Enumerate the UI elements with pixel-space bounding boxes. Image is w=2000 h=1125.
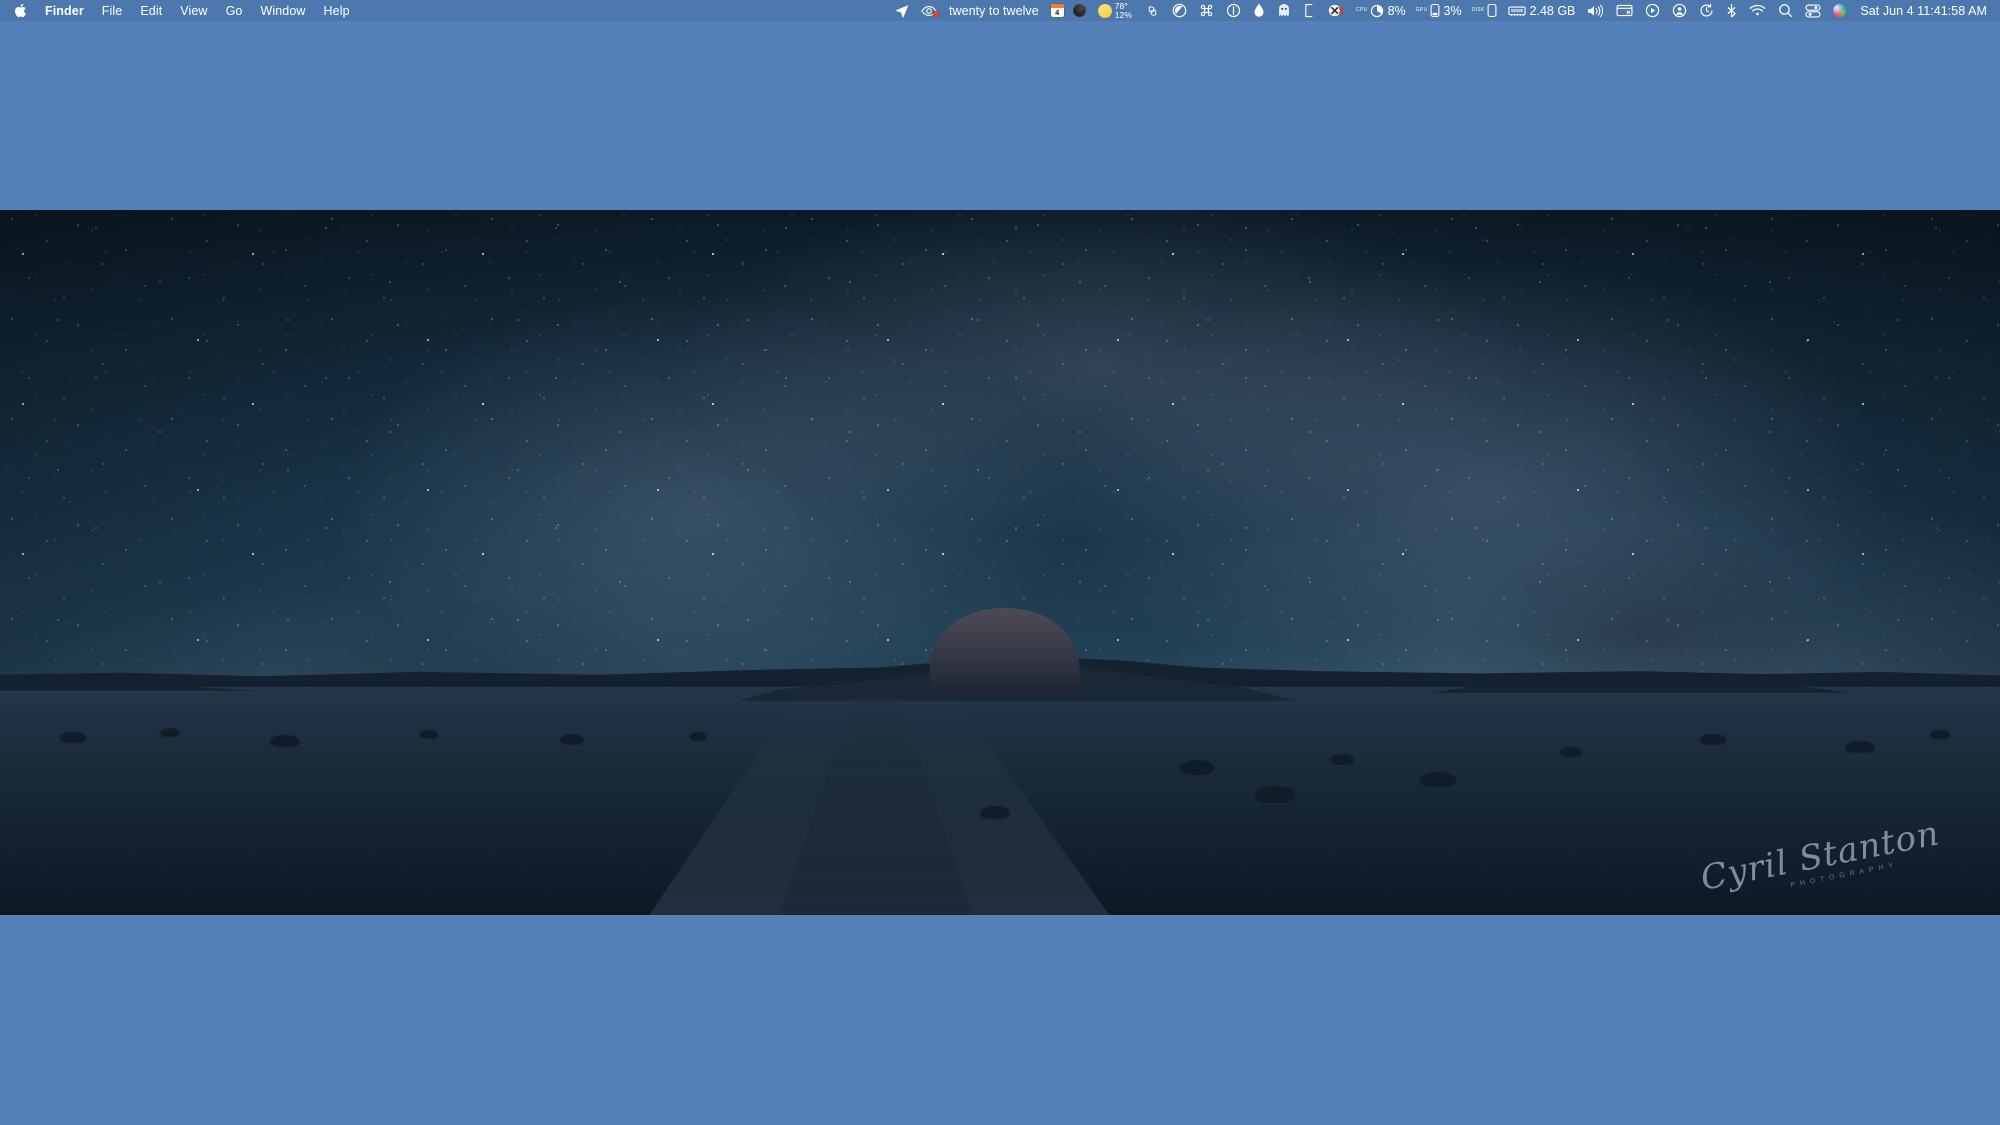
play-circle-icon[interactable]	[1639, 0, 1666, 21]
moon-phase-icon[interactable]	[1070, 0, 1091, 21]
siri-orb	[1833, 4, 1847, 17]
memory-usage-value: 2.48 GB	[1529, 3, 1576, 18]
weather-precipitation: 12%	[1114, 9, 1133, 20]
apple-logo-icon[interactable]	[8, 0, 38, 21]
shrub	[1930, 730, 1950, 739]
menu-bar-status-items: twenty to twelve 4 78° 12% CPU 8% GPU 3%…	[889, 0, 2000, 21]
shrub	[980, 806, 1010, 819]
spotlight-search-icon[interactable]	[1772, 0, 1799, 21]
shrub	[1180, 760, 1214, 775]
shrub	[690, 732, 706, 741]
fuzzy-clock[interactable]: twenty to twelve	[943, 0, 1045, 21]
menu-edit[interactable]: Edit	[131, 0, 171, 21]
desktop-wallpaper: Cyril Stanton PHOTOGRAPHY	[0, 210, 2000, 915]
sun-icon	[1097, 3, 1112, 18]
disk-label: DISK	[1471, 6, 1485, 13]
gpu-usage-value: 3%	[1443, 3, 1462, 18]
location-arrow-icon[interactable]	[889, 0, 915, 21]
control-center-icon[interactable]	[1799, 0, 1827, 21]
shrub	[420, 730, 438, 739]
shrub	[1845, 741, 1875, 753]
disk-bar-icon	[1487, 3, 1496, 18]
crescent-c-icon[interactable]	[1166, 0, 1193, 21]
cpu-pie-icon	[1370, 4, 1383, 17]
menu-bar-app-menus: Finder File Edit View Go Window Help	[0, 0, 359, 21]
shrub	[1560, 747, 1582, 757]
menu-bar: Finder File Edit View Go Window Help twe…	[0, 0, 2000, 21]
weather-readout: 78° 12%	[1114, 1, 1133, 20]
menu-bar-clock-label: Sat Jun 4 11:41:58 AM	[1860, 3, 1987, 18]
knot-swirl-icon[interactable]	[1139, 0, 1166, 21]
menu-help[interactable]: Help	[315, 0, 359, 21]
memory-chip-icon	[1507, 6, 1526, 17]
water-droplet-icon[interactable]	[1247, 0, 1271, 21]
shrub	[560, 734, 584, 745]
notification-badge	[932, 11, 939, 17]
calendar-day-icon[interactable]: 4	[1045, 0, 1070, 21]
shrub	[160, 728, 180, 737]
desktop[interactable]: Cyril Stanton PHOTOGRAPHY Finder File Ed…	[0, 0, 2000, 1125]
cpu-usage-value: 8%	[1387, 3, 1406, 18]
gpu-bar-icon	[1430, 3, 1439, 18]
cpu-usage-item[interactable]: CPU 8%	[1351, 0, 1411, 21]
menu-window[interactable]: Window	[251, 0, 314, 21]
siri-orb-icon[interactable]	[1827, 0, 1852, 21]
menu-go[interactable]: Go	[217, 0, 252, 21]
wifi-icon[interactable]	[1743, 0, 1772, 21]
gpu-label: GPU	[1415, 6, 1428, 13]
eye-globe-icon[interactable]	[915, 0, 943, 21]
ghost-icon[interactable]	[1271, 0, 1297, 21]
mouse-mute-icon[interactable]	[1321, 0, 1351, 21]
shrub	[1420, 772, 1456, 787]
user-circle-icon[interactable]	[1666, 0, 1693, 21]
time-machine-icon[interactable]	[1693, 0, 1720, 21]
display-window-icon[interactable]	[1610, 0, 1639, 21]
menu-finder[interactable]: Finder	[38, 0, 93, 21]
shrub	[1330, 754, 1354, 765]
menu-file[interactable]: File	[93, 0, 132, 21]
shrub	[1700, 734, 1726, 745]
menu-bar-clock[interactable]: Sat Jun 4 11:41:58 AM	[1852, 0, 1991, 21]
bluetooth-icon[interactable]	[1720, 0, 1743, 21]
cpu-label: CPU	[1356, 6, 1368, 13]
shrub	[270, 735, 300, 747]
disk-usage-item[interactable]: DISK	[1467, 0, 1502, 21]
volume-speaker-icon[interactable]	[1581, 0, 1610, 21]
command-key-icon[interactable]	[1193, 0, 1220, 21]
memory-usage-item[interactable]: 2.48 GB	[1502, 0, 1582, 21]
shrub	[1255, 786, 1295, 803]
fuzzy-clock-label: twenty to twelve	[948, 3, 1039, 18]
moon-disc	[1072, 4, 1086, 17]
calendar-day-number: 4	[1055, 7, 1060, 17]
gpu-usage-item[interactable]: GPU 3%	[1411, 0, 1467, 21]
bracket-icon[interactable]	[1297, 0, 1321, 21]
shrub	[60, 732, 86, 743]
menu-view[interactable]: View	[171, 0, 216, 21]
weather-status-item[interactable]: 78° 12%	[1091, 0, 1139, 21]
power-circle-icon[interactable]	[1220, 0, 1247, 21]
